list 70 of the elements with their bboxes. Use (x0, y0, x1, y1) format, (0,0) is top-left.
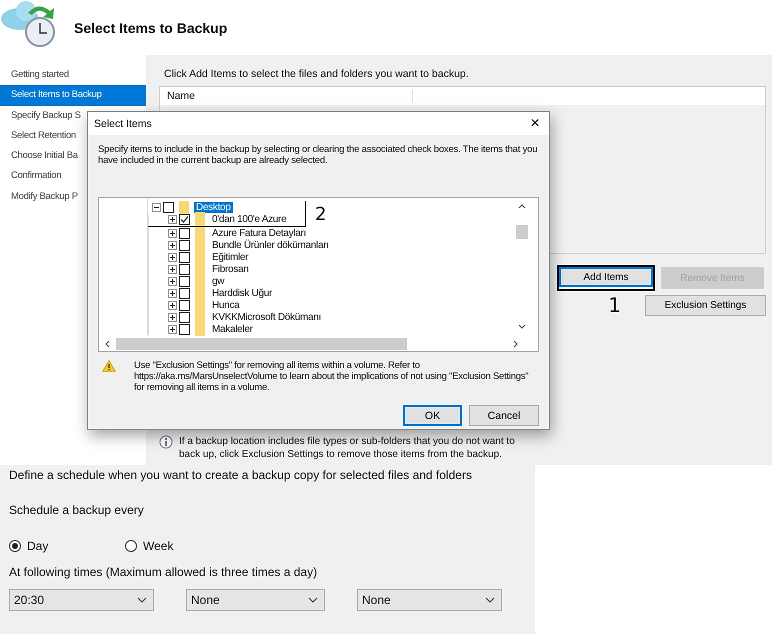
schedule-heading: Define a schedule when you want to create a backup copy for selected files and folders (9, 468, 473, 484)
dialog-title: Select Items (94, 118, 152, 130)
instruction-text: Click Add Items to select the files and folders you want to backup. (164, 68, 470, 80)
tree-item[interactable]: Harddisk Uğur (210, 288, 274, 298)
page-title: Select Items to Backup (74, 20, 228, 36)
chevron-left-icon[interactable] (105, 340, 110, 348)
checkbox[interactable] (179, 312, 190, 322)
tree-item[interactable]: Makaleler (210, 324, 255, 334)
warning-icon (102, 360, 116, 372)
chevron-right-icon[interactable] (513, 340, 518, 348)
tree-item[interactable]: gw (210, 276, 226, 286)
checkbox[interactable] (179, 288, 190, 298)
time-dropdown[interactable]: None (186, 589, 325, 611)
plus-icon[interactable] (168, 300, 177, 310)
plus-icon[interactable] (168, 228, 177, 238)
tree-item[interactable]: Bundle Ürünler dökümanları (210, 240, 331, 250)
time-dropdown[interactable]: 20:30 (9, 589, 154, 611)
checkbox[interactable] (179, 228, 190, 238)
chevron-down-icon[interactable] (518, 324, 526, 329)
frequency-label: Schedule a backup every (9, 503, 145, 519)
checkbox[interactable] (179, 324, 190, 334)
scrollbar-thumb[interactable] (116, 338, 407, 350)
radio-option[interactable]: Week (125, 539, 241, 553)
tree-item[interactable]: KVKKMicrosoft Dökümanı (210, 312, 323, 322)
tree-item[interactable]: Hunca (210, 300, 242, 310)
chevron-down-icon (485, 597, 495, 603)
checkbox[interactable] (179, 214, 190, 224)
checkbox[interactable] (179, 276, 190, 286)
info-note: If a backup location includes file types or sub-folders that you do not want to back up, click Exclusion Settings to remove those items from the backup. (179, 435, 516, 461)
checkbox[interactable] (179, 252, 190, 262)
scrollbar-thumb[interactable] (516, 224, 528, 238)
exclusion-settings-button[interactable]: Exclusion Settings (645, 294, 766, 316)
chevron-up-icon[interactable] (518, 204, 526, 209)
annotation-number: 2 (315, 204, 326, 225)
chevron-down-icon (308, 597, 318, 603)
times-label: At following times (Maximum allowed is three times a day) (9, 565, 318, 581)
checkbox[interactable] (163, 202, 174, 212)
folder-icon (179, 201, 189, 214)
checkbox[interactable] (179, 240, 190, 250)
tree-item[interactable]: 0'dan 100'e Azure (210, 214, 288, 224)
chevron-down-icon (137, 597, 147, 603)
tree-item[interactable]: Fibrosan (210, 264, 251, 274)
plus-icon[interactable] (168, 288, 177, 298)
dialog-description: Specify items to include in the backup by selecting or clearing the associated check boxes. The items that you have included in the current backup are already selected. (98, 144, 538, 168)
plus-icon[interactable] (168, 240, 177, 250)
checkbox[interactable] (179, 264, 190, 274)
tree-item[interactable]: Desktop (194, 202, 233, 212)
radio-option[interactable]: Day (9, 539, 125, 553)
info-icon (159, 435, 173, 449)
time-dropdown[interactable]: None (357, 589, 502, 611)
plus-icon[interactable] (168, 214, 177, 224)
tree-item[interactable]: Eğitimler (210, 252, 250, 262)
plus-icon[interactable] (168, 324, 177, 334)
plus-icon[interactable] (168, 312, 177, 322)
folder-icon (195, 212, 205, 226)
checkbox[interactable] (179, 300, 190, 310)
close-button[interactable]: × (521, 112, 549, 134)
sidebar-item[interactable]: Getting started (0, 65, 146, 86)
action-button[interactable]: Add Items (559, 267, 653, 287)
tree-item[interactable]: Azure Fatura Detayları (210, 228, 308, 238)
plus-icon[interactable] (168, 264, 177, 274)
minus-icon[interactable] (152, 202, 161, 212)
annotation-number: 1 (608, 293, 621, 317)
warning-text: Use "Exclusion Settings" for removing all items within a volume. Refer to https://aka.ms/MarsUnselectVolume to learn about the implications of not using "Exclusion Settings" for removing all items in a volume. (134, 360, 530, 393)
sidebar-item[interactable]: Select Items to Backup (0, 85, 146, 106)
dialog-button[interactable]: OK (403, 405, 462, 426)
folder-icon (195, 322, 205, 336)
plus-icon[interactable] (168, 252, 177, 262)
plus-icon[interactable] (168, 276, 177, 286)
dialog-button[interactable]: Cancel (469, 405, 539, 426)
